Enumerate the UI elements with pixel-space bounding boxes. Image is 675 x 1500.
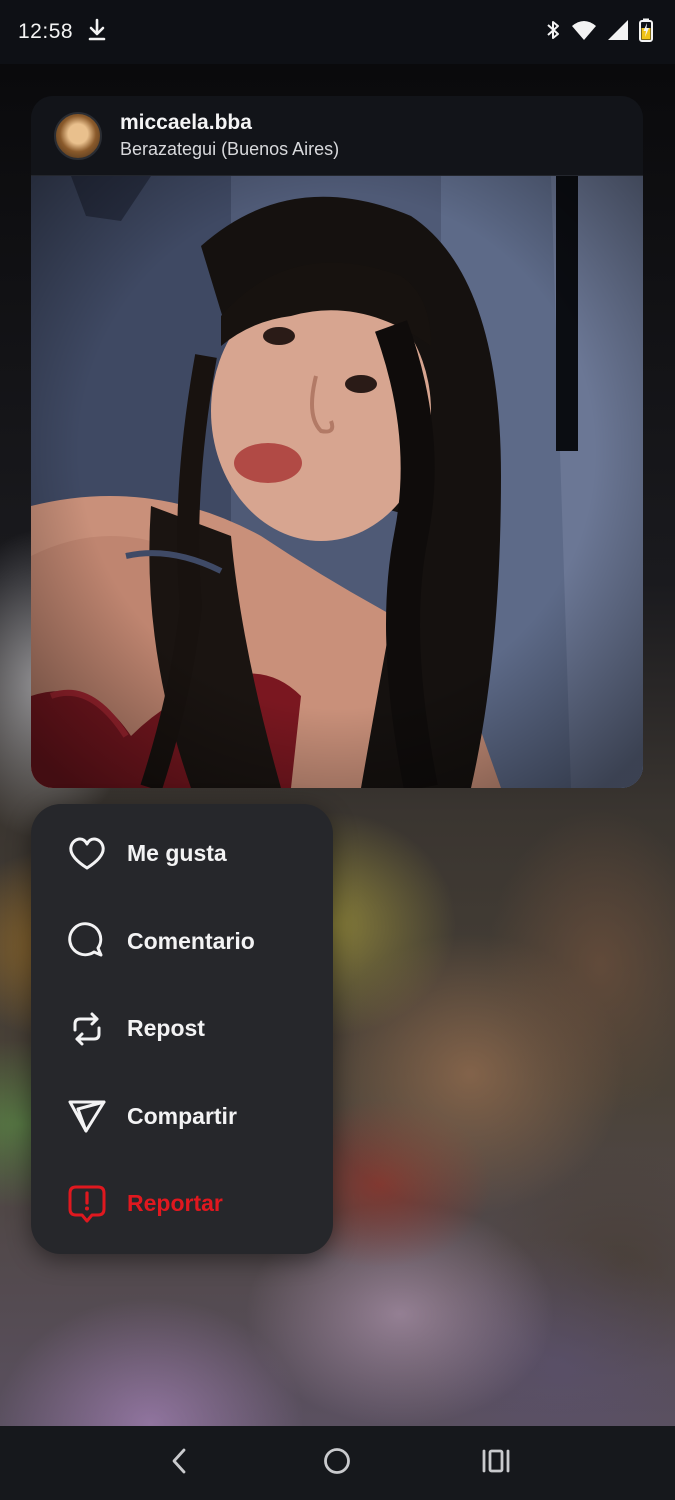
username[interactable]: miccaela.bba [120, 111, 339, 135]
report-icon [67, 1184, 107, 1224]
report-button[interactable]: Reportar [31, 1160, 333, 1248]
bluetooth-icon [545, 18, 561, 47]
status-right [545, 18, 653, 47]
like-label: Me gusta [127, 840, 227, 867]
recents-icon [481, 1447, 511, 1480]
repost-icon [67, 1009, 107, 1049]
comment-icon [67, 921, 107, 961]
heart-icon [67, 834, 107, 874]
avatar[interactable] [54, 111, 102, 160]
like-button[interactable]: Me gusta [31, 810, 333, 898]
status-bar: 12:58 [0, 0, 675, 64]
photo-illustration [31, 176, 643, 788]
back-icon [168, 1446, 190, 1481]
back-button[interactable] [149, 1433, 209, 1493]
post-photo[interactable] [31, 176, 643, 788]
wifi-icon [571, 19, 597, 46]
post-header[interactable]: miccaela.bba Berazategui (Buenos Aires) [31, 96, 643, 176]
comment-label: Comentario [127, 927, 255, 954]
share-icon [67, 1096, 107, 1136]
status-time: 12:58 [18, 20, 74, 43]
post-actions-menu: Me gusta Comentario Repost Compartir Rep… [31, 804, 333, 1254]
signal-icon [607, 19, 629, 46]
home-icon [322, 1446, 352, 1481]
navigation-bar [0, 1426, 675, 1500]
post-card[interactable]: miccaela.bba Berazategui (Buenos Aires) [31, 96, 643, 788]
repost-button[interactable]: Repost [31, 985, 333, 1073]
battery-charging-icon [639, 18, 653, 47]
location[interactable]: Berazategui (Buenos Aires) [120, 139, 339, 160]
status-left: 12:58 [18, 18, 107, 47]
share-button[interactable]: Compartir [31, 1073, 333, 1161]
recents-button[interactable] [466, 1433, 526, 1493]
post-user-info: miccaela.bba Berazategui (Buenos Aires) [120, 111, 339, 160]
share-label: Compartir [127, 1102, 237, 1129]
report-label: Reportar [127, 1190, 223, 1217]
comment-button[interactable]: Comentario [31, 898, 333, 986]
home-button[interactable] [307, 1433, 367, 1493]
repost-label: Repost [127, 1015, 205, 1042]
screen: 12:58 miccaela.bba Berazategui (Buenos A… [0, 0, 675, 1500]
download-icon [87, 18, 107, 47]
